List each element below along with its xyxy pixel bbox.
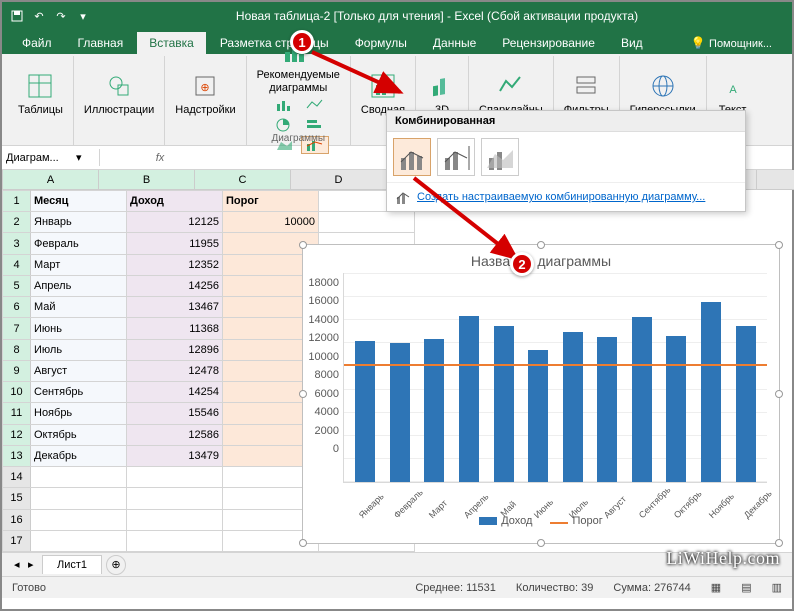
bar[interactable] xyxy=(459,316,479,482)
title-bar: ↶ ↷ ▾ Новая таблица-2 [Только для чтения… xyxy=(2,2,792,30)
bar[interactable] xyxy=(424,339,444,482)
addins-button[interactable]: ⊕Надстройки xyxy=(171,68,239,118)
combo-option-3[interactable] xyxy=(481,138,519,176)
bar[interactable] xyxy=(528,350,548,482)
view-pagebreak-icon[interactable]: ▥ xyxy=(772,581,782,594)
col-H[interactable]: H xyxy=(757,170,794,190)
undo-icon[interactable]: ↶ xyxy=(32,9,46,23)
tab-home[interactable]: Главная xyxy=(66,32,136,54)
ribbon-tabs: Файл Главная Вставка Разметка страницы Ф… xyxy=(2,30,792,54)
callout-1: 1 xyxy=(290,30,314,54)
fx-icon[interactable]: fx xyxy=(150,152,170,164)
tab-data[interactable]: Данные xyxy=(421,32,488,54)
callout-2: 2 xyxy=(510,252,534,276)
tab-file[interactable]: Файл xyxy=(10,32,64,54)
window-title: Новая таблица-2 [Только для чтения] - Ex… xyxy=(90,9,784,23)
view-layout-icon[interactable]: ▤ xyxy=(741,581,751,594)
status-bar: Готово Среднее: 11531 Количество: 39 Сум… xyxy=(2,576,792,598)
combo-option-2[interactable] xyxy=(437,138,475,176)
svg-text:⊕: ⊕ xyxy=(201,82,210,94)
chart-title[interactable]: Название диаграммы xyxy=(303,245,779,273)
view-normal-icon[interactable]: ▦ xyxy=(711,581,721,594)
status-ready: Готово xyxy=(12,582,46,594)
tab-formulas[interactable]: Формулы xyxy=(343,32,419,54)
plot-area[interactable] xyxy=(343,273,767,483)
tab-view[interactable]: Вид xyxy=(609,32,655,54)
bar[interactable] xyxy=(563,332,583,482)
watermark: LiWiHelp.com xyxy=(666,548,780,569)
y-axis: 1800016000140001200010000800060004000200… xyxy=(303,273,343,483)
bar[interactable] xyxy=(632,317,652,483)
save-icon[interactable] xyxy=(10,9,24,23)
name-box[interactable]: ▾ xyxy=(2,149,100,166)
new-sheet-button[interactable]: ⊕ xyxy=(106,555,126,575)
qat-dropdown-icon[interactable]: ▾ xyxy=(76,9,90,23)
threshold-line xyxy=(344,364,767,366)
bar[interactable] xyxy=(701,302,721,483)
chart-pie-icon[interactable] xyxy=(271,116,299,134)
sheet-tab-1[interactable]: Лист1 xyxy=(42,555,102,574)
tab-help[interactable]: 💡 Помощник... xyxy=(679,32,784,54)
combo-option-1[interactable] xyxy=(393,138,431,176)
bar[interactable] xyxy=(736,326,756,483)
chevron-down-icon[interactable]: ▾ xyxy=(76,151,82,164)
sheet-nav-prev-icon[interactable]: ◂ xyxy=(14,558,20,571)
bar[interactable] xyxy=(355,341,375,482)
name-box-input[interactable] xyxy=(6,152,76,164)
tab-review[interactable]: Рецензирование xyxy=(490,32,607,54)
col-B[interactable]: B xyxy=(99,170,195,190)
bar[interactable] xyxy=(494,326,514,482)
bar[interactable] xyxy=(666,336,686,482)
tables-button[interactable]: Таблицы xyxy=(14,68,67,118)
bar[interactable] xyxy=(597,337,617,482)
col-C[interactable]: C xyxy=(195,170,291,190)
illustrations-button[interactable]: Иллюстрации xyxy=(80,68,158,118)
create-custom-combo-link[interactable]: Создать настраиваемую комбинированную ди… xyxy=(387,182,745,211)
dropdown-title: Комбинированная xyxy=(387,111,745,132)
col-A[interactable]: A xyxy=(3,170,99,190)
combo-chart-dropdown: Комбинированная Создать настраиваемую ко… xyxy=(386,110,746,212)
chart-line-icon[interactable] xyxy=(301,96,329,114)
x-axis: ЯнварьФевральМартАпрельМайИюньИюльАвгуст… xyxy=(303,483,767,509)
chart-column-icon[interactable] xyxy=(271,96,299,114)
redo-icon[interactable]: ↷ xyxy=(54,9,68,23)
svg-text:A: A xyxy=(729,84,737,96)
tab-insert[interactable]: Вставка xyxy=(137,32,206,54)
sheet-nav-next-icon[interactable]: ▸ xyxy=(28,558,34,571)
col-D[interactable]: D xyxy=(291,170,387,190)
chart-bar-icon[interactable] xyxy=(301,116,329,134)
chart-object[interactable]: Название диаграммы 180001600014000120001… xyxy=(302,244,780,544)
